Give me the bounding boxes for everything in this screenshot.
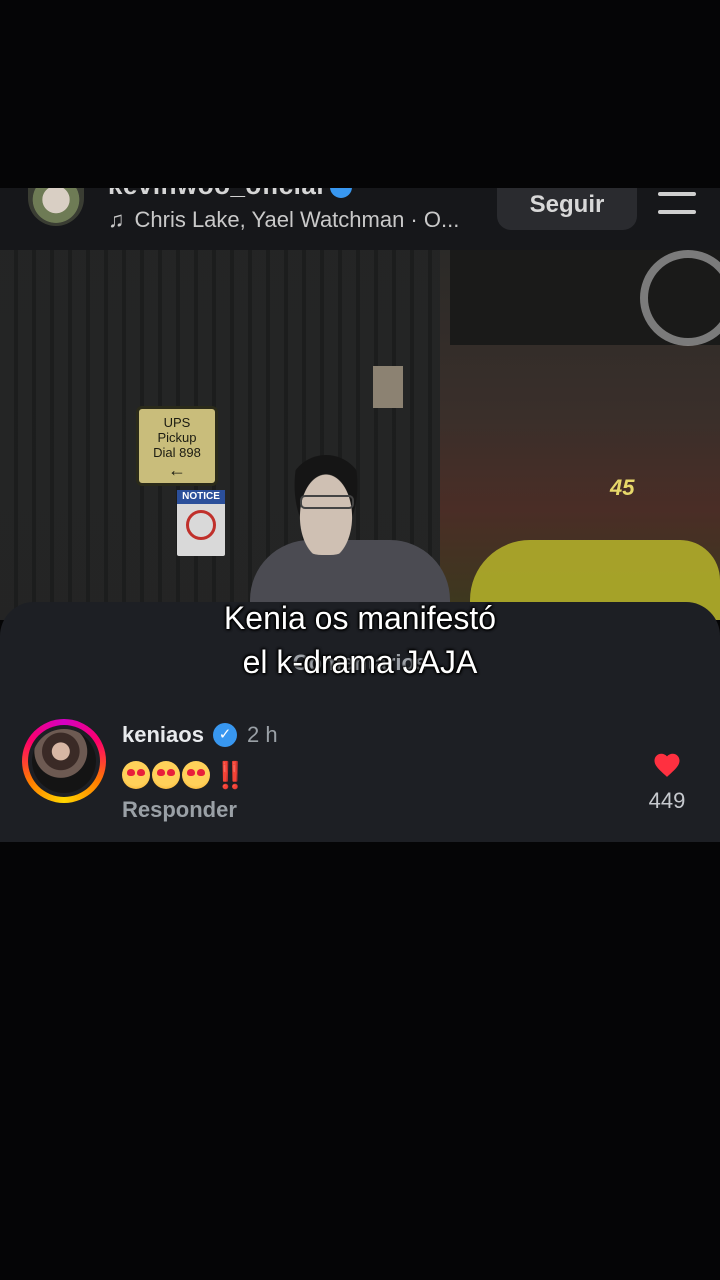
heart-eyes-emoji-icon <box>122 761 150 790</box>
poster-username[interactable]: kevinwoo_oficial <box>108 188 324 201</box>
reel-header: kevinwoo_oficial ♫ Chris Lake, Yael Watch… <box>0 188 720 250</box>
reply-button[interactable]: Responder <box>122 797 237 823</box>
like-count: 449 <box>648 788 686 813</box>
door-tag: 45 <box>610 475 635 500</box>
heart-eyes-emoji-icon <box>182 761 210 790</box>
music-info[interactable]: ♫ Chris Lake, Yael Watchman · O... <box>108 207 459 233</box>
ups-sign-line: UPS <box>163 415 191 430</box>
comment-text: ‼️ <box>122 758 246 791</box>
follow-button[interactable]: Seguir <box>497 188 637 230</box>
caption-line-2: el k-drama JAJA <box>242 644 478 680</box>
ups-sign-line: Pickup <box>157 430 197 445</box>
ups-sign-line: Dial 898 <box>153 445 201 460</box>
caption-line-1: Kenia os manifestó <box>223 600 497 636</box>
wall-box <box>373 366 403 408</box>
verified-badge-icon <box>330 188 352 198</box>
comment-time: 2 h <box>247 722 278 747</box>
menu-icon[interactable] <box>658 190 698 216</box>
no-smoking-icon <box>186 510 216 540</box>
poster-avatar[interactable] <box>28 188 84 226</box>
notice-label: NOTICE <box>177 490 225 504</box>
no-smoking-sign: NOTICE <box>177 490 225 556</box>
glasses <box>300 495 354 509</box>
heart-like-icon[interactable] <box>652 750 682 780</box>
double-exclamation: ‼️ <box>214 759 247 790</box>
music-note-icon: ♫ <box>108 207 125 232</box>
heart-eyes-emoji-icon <box>152 761 180 790</box>
reel-photo[interactable]: 45 UPS Pickup Dial 898 ← NOTICE <box>0 250 720 620</box>
commenter-username[interactable]: keniaos <box>122 722 204 748</box>
video-caption: Kenia os manifestó el k-drama JAJA <box>0 596 720 684</box>
arrow-left-icon: ← <box>168 460 186 480</box>
ups-pickup-sign: UPS Pickup Dial 898 ← <box>136 406 218 486</box>
music-title: Chris Lake, Yael Watchman · O... <box>134 207 460 232</box>
commenter-avatar[interactable] <box>32 729 96 793</box>
verified-check-icon: ✓ <box>213 723 237 747</box>
